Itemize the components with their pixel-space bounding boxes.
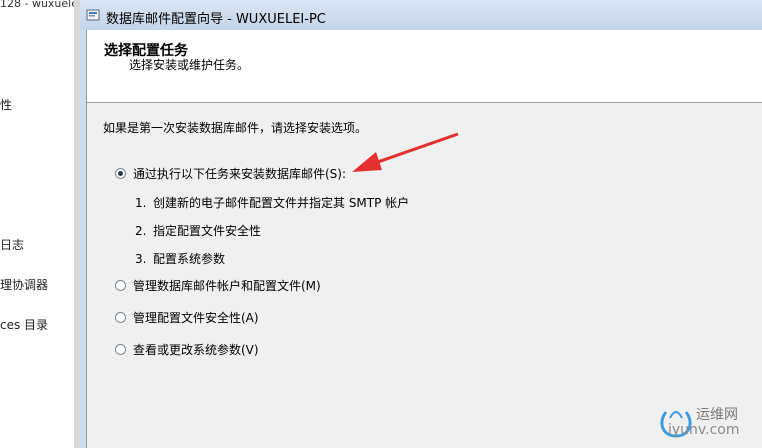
watermark-url: iyunv.com [668,422,740,438]
watermark-text: 运维网 [696,407,738,423]
watermark: 运维网 iyunv.com [654,398,762,444]
annotation-arrow [352,132,459,172]
